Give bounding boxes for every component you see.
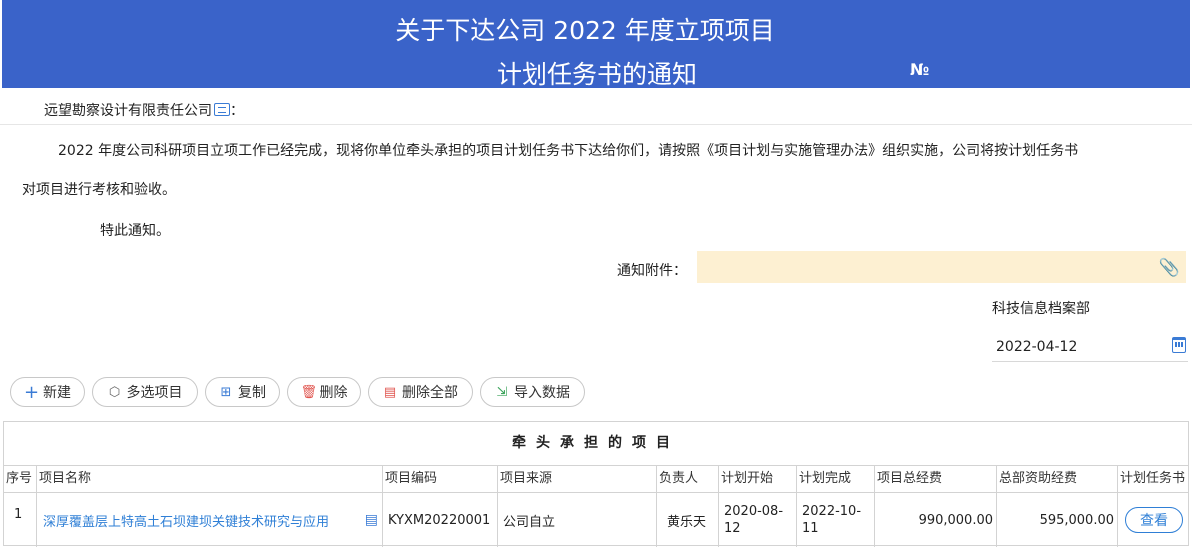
copy-icon: ⊞ — [220, 384, 232, 400]
multi-select-button-label: 多选项目 — [126, 385, 183, 401]
notice-closing: 特此通知。 — [100, 223, 170, 239]
row-code: KYXM20220001 — [383, 493, 498, 547]
notice-header: 关于下达公司 2022 年度立项项目 计划任务书的通知 № — [2, 0, 1190, 89]
row-total: 990,000.00 — [875, 493, 997, 547]
row-owner: 黄乐天 — [657, 493, 719, 547]
row-start: 2020-08-12 — [719, 493, 797, 547]
row-source: 公司自立 — [498, 493, 657, 547]
col-header-task-book: 计划任务书 — [1120, 471, 1186, 486]
row-index: 1 — [4, 493, 37, 547]
col-header-name: 项目名称 — [37, 466, 383, 492]
table-caption: 牵头承担的项目 — [4, 422, 1188, 466]
table-header-row: 序号 项目名称 项目编码 项目来源 负责人 计划开始 计划完成 项目总经费 总部… — [4, 466, 1188, 493]
notice-title-line2: 计划任务书的通知 — [496, 60, 697, 89]
divider — [0, 124, 1192, 125]
delete-button[interactable]: 🗑 删除 — [287, 377, 361, 407]
attachment-label: 通知附件： — [617, 263, 687, 279]
document-icon[interactable]: ▤ — [365, 512, 378, 528]
issue-date-value[interactable]: 2022-04-12 — [996, 339, 1077, 355]
trash-icon: 🗑 — [300, 384, 318, 400]
notice-number-label: № — [910, 60, 930, 79]
delete-all-button-label: 删除全部 — [402, 385, 458, 401]
select-book-icon[interactable] — [214, 103, 230, 116]
col-header-start: 计划开始 — [719, 466, 797, 492]
row-name-cell: 深厚覆盖层上特高土石坝建坝关键技术研究与应用 ▤ — [37, 493, 383, 547]
col-header-code: 项目编码 — [383, 466, 498, 492]
col-header-index: 序号 — [4, 466, 37, 492]
recipient-colon: ： — [230, 103, 244, 119]
row-hq-fund: 595,000.00 — [997, 493, 1118, 547]
notice-body-paragraph1: 2022 年度公司科研项目立项工作已经完成，现将你单位牵头承担的项目计划任务书下… — [58, 143, 1079, 159]
project-name-link[interactable]: 深厚覆盖层上特高土石坝建坝关键技术研究与应用 — [43, 511, 329, 530]
import-button-label: 导入数据 — [514, 385, 570, 401]
notice-body-paragraph2: 对项目进行考核和验收。 — [22, 182, 176, 198]
import-icon: ⇲ — [496, 384, 508, 400]
new-button-label: 新建 — [43, 385, 71, 401]
new-button[interactable]: + 新建 — [10, 377, 85, 407]
delete-all-icon: ▤ — [383, 384, 397, 400]
col-header-total: 项目总经费 — [875, 466, 997, 492]
plus-icon: + — [24, 381, 40, 403]
delete-button-label: 删除 — [319, 385, 348, 401]
issue-date-field[interactable]: 2022-04-12 — [992, 333, 1188, 362]
col-header-source: 项目来源 — [498, 466, 657, 492]
import-button[interactable]: ⇲ 导入数据 — [480, 377, 585, 407]
col-header-hq-fund: 总部资助经费 — [997, 466, 1118, 492]
issuing-department: 科技信息档案部 — [992, 301, 1090, 317]
multi-select-button[interactable]: ⬡ 多选项目 — [92, 377, 198, 407]
paperclip-icon[interactable]: 📎 — [1159, 258, 1180, 278]
notice-title-line1: 关于下达公司 2022 年度立项项目 — [395, 16, 775, 45]
col-header-end: 计划完成 — [797, 466, 875, 492]
recipient-line: 远望勘察设计有限责任公司 ： — [44, 100, 244, 120]
row-end: 2022-10-11 — [797, 493, 875, 547]
view-task-book-button[interactable]: 查看 — [1125, 507, 1183, 533]
projects-table: 牵头承担的项目 序号 项目名称 项目编码 项目来源 负责人 计划开始 计划完成 … — [3, 421, 1189, 547]
row-action-cell: 查看 — [1118, 493, 1188, 547]
col-header-owner: 负责人 — [657, 466, 719, 492]
table-row: 1 深厚覆盖层上特高土石坝建坝关键技术研究与应用 ▤ KYXM20220001 … — [4, 493, 1188, 547]
recipient-company: 远望勘察设计有限责任公司 — [44, 103, 212, 119]
cube-icon: ⬡ — [108, 384, 121, 400]
attachment-field[interactable]: 📎 — [697, 251, 1186, 283]
copy-button-label: 复制 — [238, 385, 266, 401]
calendar-icon[interactable] — [1172, 337, 1186, 353]
delete-all-button[interactable]: ▤ 删除全部 — [368, 377, 473, 407]
copy-button[interactable]: ⊞ 复制 — [205, 377, 280, 407]
